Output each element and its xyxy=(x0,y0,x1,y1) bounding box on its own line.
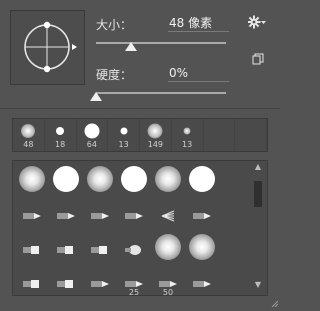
scroll-up-icon[interactable]: ▲ xyxy=(253,163,263,171)
brush-preset-item[interactable] xyxy=(118,231,150,263)
brush-size-label: 25 xyxy=(128,288,140,296)
chevron-down-icon xyxy=(261,21,266,24)
brush-tip-preview xyxy=(120,127,128,135)
brush-tip-preview xyxy=(124,241,142,255)
size-slider-thumb[interactable] xyxy=(125,42,138,51)
brush-preset-item[interactable] xyxy=(152,231,184,263)
scroll-down-icon[interactable]: ▼ xyxy=(253,281,263,289)
preset-row xyxy=(16,197,221,229)
brush-preset-picker: 大小： 48 像素 硬度： 0% 48 18 64 13 149 13 25 50 xyxy=(0,0,280,308)
recent-brush-item[interactable]: 64 xyxy=(77,119,109,151)
brush-preset-item[interactable] xyxy=(50,163,82,195)
recent-brush-item[interactable]: 48 xyxy=(13,119,45,151)
brush-tip-preview xyxy=(192,275,211,287)
preset-row xyxy=(16,231,221,263)
size-slider-track[interactable] xyxy=(96,42,226,44)
recent-brush-empty xyxy=(235,119,267,151)
brush-size-label: 18 xyxy=(55,140,66,149)
angle-arrow-icon xyxy=(72,44,77,50)
brush-tip-preview xyxy=(155,166,181,192)
brush-preset-item[interactable]: 25 xyxy=(118,265,150,296)
brush-size-label: 64 xyxy=(86,140,97,149)
brush-tip-preview xyxy=(158,275,177,287)
brush-tip-preview xyxy=(56,207,75,219)
gear-icon[interactable] xyxy=(247,14,268,33)
size-label: 大小： xyxy=(96,18,133,32)
brush-size-label: 149 xyxy=(147,140,164,149)
preset-row: 25 50 xyxy=(16,265,221,296)
brush-size-label: 48 xyxy=(23,140,34,149)
recent-brush-item[interactable]: 149 xyxy=(140,119,172,151)
recent-brush-item[interactable]: 18 xyxy=(45,119,77,151)
presets-scrollbar[interactable]: ▲ ▼ xyxy=(252,163,264,293)
brush-preset-item[interactable] xyxy=(118,163,150,195)
hardness-slider-thumb[interactable] xyxy=(90,92,102,101)
angle-roundness-preview xyxy=(24,21,77,73)
brush-tip-preview xyxy=(155,234,181,260)
brush-tip-preview xyxy=(21,124,36,138)
brush-tip-preview xyxy=(124,275,143,287)
brush-preset-item[interactable] xyxy=(50,265,82,295)
brush-tip-preview xyxy=(90,275,109,287)
brush-tip-preview xyxy=(189,166,215,192)
brush-tip-preview xyxy=(56,241,74,254)
brush-preset-item[interactable] xyxy=(16,231,48,263)
brush-tip-preview xyxy=(19,166,45,192)
brush-tip-preview xyxy=(183,127,191,135)
brush-preset-item[interactable] xyxy=(16,197,48,229)
brush-preset-item[interactable] xyxy=(186,197,218,229)
brush-preset-item[interactable] xyxy=(186,231,218,263)
brush-tip-preview xyxy=(158,207,176,222)
brush-size-label: 13 xyxy=(182,140,193,149)
recent-brush-empty xyxy=(204,119,236,151)
hardness-slider-track[interactable] xyxy=(96,92,226,94)
brush-tip-preview xyxy=(56,127,65,135)
brush-tip-preview xyxy=(22,241,40,254)
brush-tip-preview xyxy=(22,207,41,219)
brush-preset-item[interactable] xyxy=(50,231,82,263)
brush-tip-preview xyxy=(53,166,79,192)
brush-preset-item[interactable]: 50 xyxy=(152,265,184,296)
hardness-label: 硬度： xyxy=(96,68,133,82)
brush-size-label: 13 xyxy=(118,140,129,149)
brush-tip-preview xyxy=(147,123,163,139)
preset-row xyxy=(16,163,221,195)
new-preset-icon[interactable] xyxy=(252,50,264,69)
resize-grip-icon[interactable] xyxy=(270,292,279,308)
brush-tip-preview xyxy=(189,234,215,260)
brush-preset-item[interactable] xyxy=(50,197,82,229)
brush-preset-item[interactable] xyxy=(84,231,116,263)
brush-presets-list: 25 50 ▲ ▼ xyxy=(12,160,268,296)
brush-tip-preview xyxy=(84,123,100,139)
recent-brushes-strip: 48 18 64 13 149 13 xyxy=(12,118,268,152)
size-field[interactable]: 48 像素 xyxy=(168,15,229,32)
hardness-field[interactable]: 0% xyxy=(168,65,229,82)
brush-tip-preview xyxy=(124,207,143,219)
divider xyxy=(0,108,280,109)
brush-tip-preview xyxy=(87,166,113,192)
brush-tip-preview xyxy=(56,275,74,288)
brush-preset-item[interactable] xyxy=(16,265,48,295)
brush-tip-preview xyxy=(22,275,40,288)
brush-tip-preview xyxy=(90,241,108,254)
brush-size-label: 50 xyxy=(162,288,174,296)
recent-brush-item[interactable]: 13 xyxy=(108,119,140,151)
brush-preset-item[interactable] xyxy=(118,197,150,229)
recent-brush-item[interactable]: 13 xyxy=(172,119,204,151)
scroll-thumb[interactable] xyxy=(254,181,262,207)
brush-angle-roundness-widget[interactable] xyxy=(10,10,85,85)
brush-tip-preview xyxy=(192,207,211,219)
brush-preset-item[interactable] xyxy=(84,163,116,195)
brush-preset-item[interactable] xyxy=(16,163,48,195)
brush-preset-item[interactable] xyxy=(152,163,184,195)
brush-preset-item[interactable] xyxy=(152,197,184,229)
brush-tip-preview xyxy=(90,207,109,219)
brush-preset-item[interactable] xyxy=(186,163,218,195)
brush-preset-item[interactable] xyxy=(186,265,218,295)
brush-preset-item[interactable] xyxy=(84,265,116,295)
brush-tip-preview xyxy=(121,166,147,192)
brush-preset-item[interactable] xyxy=(84,197,116,229)
